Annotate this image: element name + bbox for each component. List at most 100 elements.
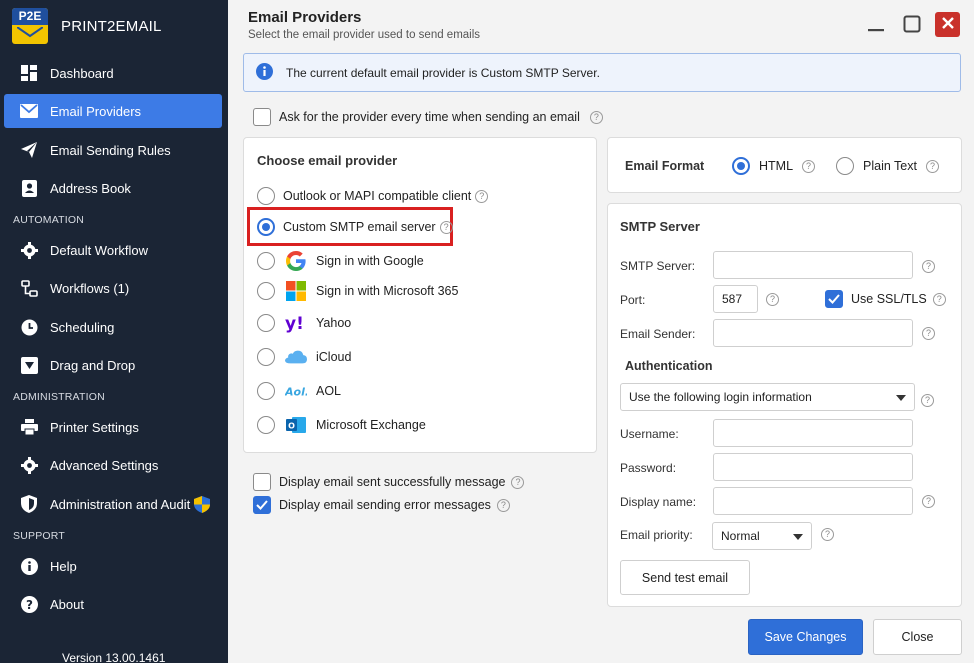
sidebar-item-default-workflow[interactable]: Default Workflow (4, 233, 222, 267)
provider-option-custom-smtp[interactable]: Custom SMTP email server ? (257, 218, 453, 236)
close-window-button[interactable] (935, 12, 960, 37)
display-success-option[interactable]: Display email sent successfully message … (253, 473, 525, 491)
help-icon[interactable]: ? (511, 475, 525, 489)
provider-radio[interactable] (257, 282, 275, 300)
ssl-checkbox[interactable] (825, 290, 843, 308)
sidebar-item-printer-settings[interactable]: Printer Settings (4, 410, 222, 444)
provider-radio[interactable] (257, 416, 275, 434)
provider-radio[interactable] (257, 382, 275, 400)
provider-option-outlook[interactable]: Outlook or MAPI compatible client ? (257, 187, 489, 205)
sidebar-item-address-book[interactable]: Address Book (4, 171, 222, 205)
brand-mark: P2E (12, 8, 48, 25)
help-icon[interactable]: ? (922, 327, 935, 340)
provider-option-icloud[interactable]: iCloud (257, 346, 351, 368)
dashboard-icon (20, 64, 38, 82)
section-administration: ADMINISTRATION (13, 391, 105, 403)
provider-option-google[interactable]: Sign in with Google (257, 250, 424, 272)
close-icon (941, 16, 955, 33)
username-input[interactable] (713, 419, 913, 447)
sidebar-item-scheduling[interactable]: Scheduling (4, 310, 222, 344)
display-name-input[interactable] (713, 487, 913, 515)
sidebar-item-workflows[interactable]: Workflows (1) (4, 271, 222, 305)
help-icon[interactable]: ? (439, 220, 453, 234)
display-errors-checkbox[interactable] (253, 496, 271, 514)
provider-label: Custom SMTP email server (283, 220, 436, 234)
sidebar-item-drag-and-drop[interactable]: Drag and Drop (4, 348, 222, 382)
page-subtitle: Select the email provider used to send e… (248, 29, 481, 41)
email-sender-label: Email Sender: (620, 327, 696, 341)
provider-option-microsoft365[interactable]: Sign in with Microsoft 365 (257, 280, 458, 302)
provider-radio[interactable] (257, 252, 275, 270)
chevron-down-icon (793, 529, 803, 543)
email-sender-input[interactable] (713, 319, 913, 347)
send-test-email-button[interactable]: Send test email (620, 560, 750, 595)
help-icon[interactable]: ? (925, 159, 939, 173)
provider-radio[interactable] (257, 348, 275, 366)
sidebar-item-help[interactable]: Help (4, 549, 222, 583)
help-icon[interactable]: ? (475, 189, 489, 203)
sidebar-item-email-sending-rules[interactable]: Email Sending Rules (4, 133, 222, 167)
authentication-select[interactable]: Use the following login information (620, 383, 915, 411)
provider-option-yahoo[interactable]: y! Yahoo (257, 312, 351, 334)
printer-icon (20, 418, 38, 436)
info-banner: The current default email provider is Cu… (243, 53, 961, 92)
sidebar-item-label: Email Sending Rules (50, 142, 171, 158)
sidebar-item-label: Dashboard (50, 65, 114, 81)
help-icon[interactable]: ? (766, 293, 779, 306)
maximize-button[interactable] (900, 13, 924, 37)
authentication-select-value: Use the following login information (629, 390, 812, 404)
provider-option-aol[interactable]: Aol. AOL (257, 380, 341, 402)
info-icon (20, 557, 38, 575)
sidebar-item-label: Printer Settings (50, 419, 139, 435)
sidebar: P2E PRINT2EMAIL Dashboard Email Provider… (0, 0, 228, 663)
ssl-option[interactable]: Use SSL/TLS ? (825, 290, 946, 308)
help-icon[interactable]: ? (496, 498, 510, 512)
sidebar-item-label: Workflows (1) (50, 280, 130, 296)
svg-text:Aol.: Aol. (285, 386, 307, 399)
yahoo-icon: y! (285, 312, 307, 334)
provider-radio-selected[interactable] (257, 218, 275, 236)
display-name-label: Display name: (620, 495, 697, 509)
minimize-button[interactable] (864, 13, 888, 37)
brand-logo: P2E (12, 8, 48, 44)
provider-radio[interactable] (257, 314, 275, 332)
format-radio[interactable] (836, 157, 854, 175)
ask-provider-option[interactable]: Ask for the provider every time when sen… (253, 108, 603, 126)
smtp-title: SMTP Server (620, 219, 700, 234)
help-icon[interactable]: ? (932, 292, 946, 306)
email-format-card: Email Format HTML ? Plain Text ? (607, 137, 962, 193)
google-icon (285, 250, 307, 272)
help-icon[interactable]: ? (802, 159, 816, 173)
display-success-checkbox[interactable] (253, 473, 271, 491)
sidebar-item-dashboard[interactable]: Dashboard (4, 56, 222, 90)
ssl-label: Use SSL/TLS (851, 292, 927, 306)
provider-label: Yahoo (316, 316, 352, 330)
ask-provider-checkbox[interactable] (253, 108, 271, 126)
port-input[interactable]: 587 (713, 285, 758, 313)
svg-text:O: O (288, 422, 295, 431)
help-icon[interactable]: ? (922, 495, 935, 508)
help-icon[interactable]: ? (821, 528, 834, 541)
sidebar-item-administration-audit[interactable]: Administration and Audit (4, 487, 222, 521)
provider-option-exchange[interactable]: O Microsoft Exchange (257, 414, 426, 436)
display-errors-option[interactable]: Display email sending error messages ? (253, 496, 510, 514)
format-radio-selected[interactable] (732, 157, 750, 175)
address-book-icon (20, 179, 38, 197)
sidebar-item-label: Default Workflow (50, 242, 149, 258)
sidebar-item-about[interactable]: ? About (4, 587, 222, 621)
password-input[interactable] (713, 453, 913, 481)
help-icon[interactable]: ? (921, 394, 934, 407)
sidebar-item-advanced-settings[interactable]: Advanced Settings (4, 448, 222, 482)
format-option-plain[interactable]: Plain Text ? (836, 157, 939, 175)
close-button[interactable]: Close (873, 619, 962, 655)
save-changes-button[interactable]: Save Changes (748, 619, 863, 655)
sidebar-item-label: Help (50, 558, 77, 574)
help-icon[interactable]: ? (589, 110, 603, 124)
sidebar-item-email-providers[interactable]: Email Providers (4, 94, 222, 128)
help-icon[interactable]: ? (922, 260, 935, 273)
smtp-server-input[interactable] (713, 251, 913, 279)
provider-radio[interactable] (257, 187, 275, 205)
email-priority-select[interactable]: Normal (712, 522, 812, 550)
format-option-html[interactable]: HTML ? (732, 157, 816, 175)
provider-label: AOL (316, 384, 342, 398)
